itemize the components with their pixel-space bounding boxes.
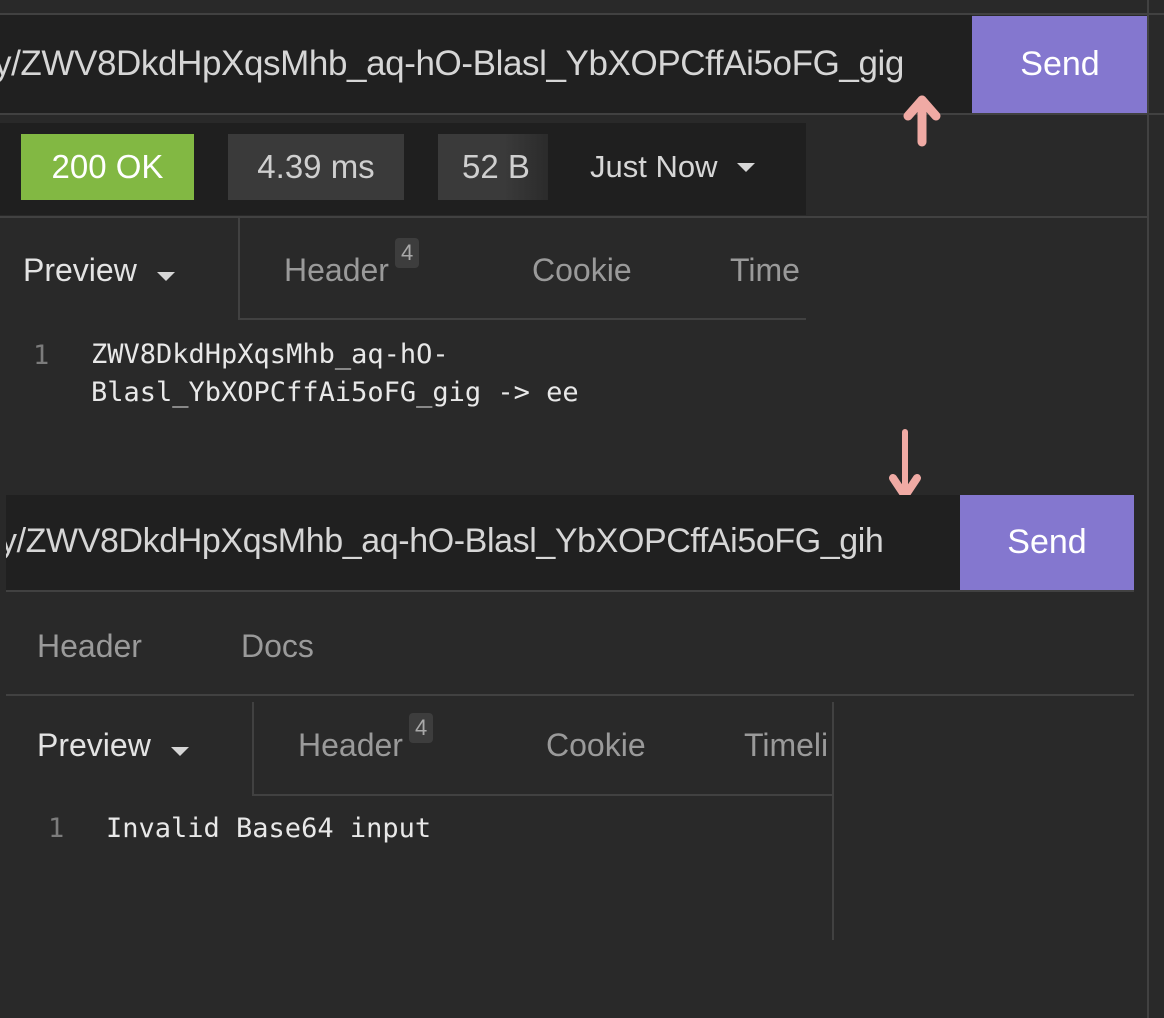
chevron-down-icon [170,747,189,756]
url-text[interactable]: y/ZWV8DkdHpXqsMhb_aq-hO-Blasl_YbXOPCffAi… [0,44,904,84]
urlbar-divider [0,113,1164,115]
tab-preview[interactable]: Preview [37,727,189,764]
chevron-down-icon [156,272,175,281]
tab-timeline[interactable]: Time [730,252,806,289]
tab-header[interactable]: Header 4 [284,238,420,289]
tab-preview[interactable]: Preview [23,252,175,289]
urlbar-divider [6,590,1134,592]
down-arrow-icon [889,429,921,500]
tab-separator [238,218,240,320]
meta-divider [0,216,1147,218]
up-arrow-icon [903,95,941,147]
pane-border [1147,0,1149,1018]
tab-label: Preview [37,727,151,763]
tabs-underline [240,318,806,320]
chevron-down-icon [737,162,756,172]
header-count-badge: 4 [394,238,420,268]
tab-label: Header [284,252,389,288]
tab-separator [252,702,254,796]
status-badge: 200 OK [21,134,194,200]
request-tabs-divider [6,694,1134,696]
header-count-badge: 4 [408,713,434,743]
history-dropdown[interactable]: Just Now [590,134,756,200]
url-input-top[interactable]: y/ZWV8DkdHpXqsMhb_aq-hO-Blasl_YbXOPCffAi… [0,15,972,113]
line-number: 1 [48,813,65,844]
tab-label: Preview [23,252,137,288]
tab-timeline[interactable]: Timeli [744,727,832,764]
code-line: Invalid Base64 input [106,813,432,844]
tab-header[interactable]: Header 4 [298,713,434,764]
tab-label: Header [298,727,403,763]
tab-cookie[interactable]: Cookie [532,252,632,289]
line-number: 1 [33,340,50,371]
tabs-underline [254,794,832,796]
send-button[interactable]: Send [960,495,1134,590]
history-label: Just Now [590,149,718,184]
code-line: ZWV8DkdHpXqsMhb_aq-hO- [91,339,449,370]
url-input-bottom[interactable]: y/ZWV8DkdHpXqsMhb_aq-hO-Blasl_YbXOPCffAi… [6,495,960,590]
code-line: Blasl_YbXOPCffAi5oFG_gig -> ee [91,377,579,408]
tab-request-header[interactable]: Header [37,628,142,665]
tab-cookie[interactable]: Cookie [546,727,646,764]
tab-docs[interactable]: Docs [241,628,314,665]
response-size: 52 B [438,134,548,200]
response-meta-bar: 200 OK 4.39 ms 52 B Just Now [0,123,806,215]
pane-resizer[interactable] [832,702,834,940]
send-button[interactable]: Send [972,16,1148,113]
response-time: 4.39 ms [228,134,404,200]
url-text[interactable]: y/ZWV8DkdHpXqsMhb_aq-hO-Blasl_YbXOPCffAi… [6,522,884,561]
